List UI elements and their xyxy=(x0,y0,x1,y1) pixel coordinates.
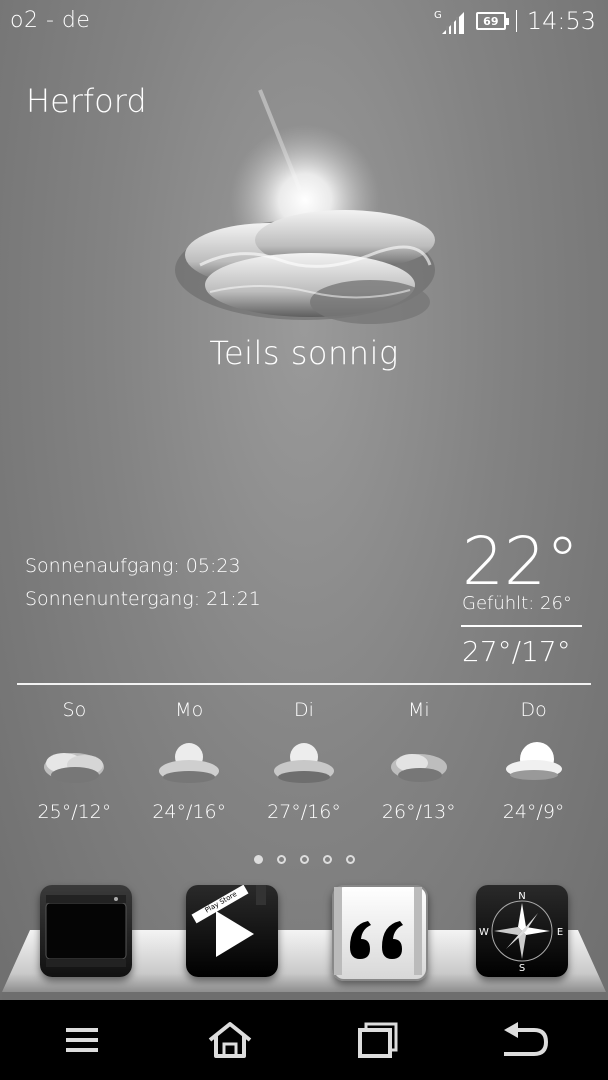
forecast-row: So 25°/12° Mo 24°/16° Di 27°/16° Mi 26°/… xyxy=(17,695,591,835)
page-dot[interactable] xyxy=(299,855,309,864)
forecast-temp: 24°/16° xyxy=(152,801,227,823)
phone-app[interactable] xyxy=(40,885,132,977)
app-dock: Play Store N E S W xyxy=(0,884,608,981)
page-dot[interactable] xyxy=(276,855,286,864)
compass-s: S xyxy=(519,963,525,974)
temperature-divider xyxy=(461,625,582,627)
sunset-label: Sonnenuntergang: 21:21 xyxy=(25,588,261,610)
forecast-day-name: Mi xyxy=(407,699,430,721)
forecast-day-name: Do xyxy=(520,699,547,721)
status-bar: o2 - de G 69 14:53 xyxy=(0,0,608,44)
status-icons: G 69 14:53 xyxy=(434,6,596,36)
signal-icon: G xyxy=(434,10,464,34)
forecast-temp: 27°/16° xyxy=(267,801,341,823)
cloudy-icon xyxy=(390,754,447,782)
compass-app[interactable]: N E S W xyxy=(476,885,568,977)
status-separator xyxy=(515,10,517,32)
recents-icon[interactable] xyxy=(346,1018,406,1062)
clock: 14:53 xyxy=(526,7,596,35)
compass-n: N xyxy=(518,891,525,902)
current-temperature: 22° xyxy=(462,523,579,600)
page-dot[interactable] xyxy=(253,855,263,864)
forecast-temp: 26°/13° xyxy=(381,801,456,823)
feels-like-label: Gefühlt: 26° xyxy=(462,593,572,614)
forecast-temp: 24°/9° xyxy=(502,801,565,823)
battery-level: 69 xyxy=(483,14,499,28)
partly-sunny-icon[interactable] xyxy=(160,70,450,360)
sunrise-label: Sonnenaufgang: 05:23 xyxy=(25,555,241,577)
sunny-cloud-icon xyxy=(505,742,562,780)
forecast-day-name: Di xyxy=(294,699,314,721)
menu-icon[interactable] xyxy=(52,1018,112,1062)
partly-sunny-icon xyxy=(159,743,220,783)
sun-times: Sonnenaufgang: 05:23 Sonnenuntergang: 21… xyxy=(25,550,261,616)
battery-icon: 69 xyxy=(475,12,509,30)
condition-label: Teils sonnig xyxy=(209,334,399,372)
forecast-divider xyxy=(17,683,591,685)
forecast-day[interactable]: Di 27°/16° xyxy=(247,695,362,835)
forecast-day[interactable]: Mo 24°/16° xyxy=(132,695,247,835)
forecast-temp: 25°/12° xyxy=(37,801,112,823)
forecast-day[interactable]: Do 24°/9° xyxy=(476,695,591,835)
quote-icon xyxy=(334,887,422,975)
page-dot[interactable] xyxy=(322,855,332,864)
home-icon[interactable] xyxy=(200,1018,260,1062)
play-store-app[interactable]: Play Store xyxy=(186,884,278,977)
forecast-day-name: So xyxy=(62,699,87,721)
city-name[interactable]: Herford xyxy=(26,82,147,120)
forecast-day[interactable]: Mi 26°/13° xyxy=(361,695,476,835)
page-indicator xyxy=(0,855,608,864)
play-store-label: Play Store xyxy=(204,890,239,915)
page-dot[interactable] xyxy=(345,855,355,864)
network-type-label: G xyxy=(434,10,442,21)
carrier-label: o2 - de xyxy=(10,8,91,33)
high-low-temperature: 27°/17° xyxy=(462,635,571,668)
compass-w: W xyxy=(479,927,489,938)
phone-icon xyxy=(45,895,127,967)
quotes-app[interactable] xyxy=(332,885,428,981)
cloudy-icon xyxy=(44,753,105,783)
back-icon[interactable] xyxy=(494,1018,554,1062)
navigation-bar xyxy=(0,1000,608,1080)
forecast-day-name: Mo xyxy=(175,699,204,721)
forecast-day[interactable]: So 25°/12° xyxy=(17,695,132,835)
play-icon: Play Store xyxy=(191,884,266,957)
compass-e: E xyxy=(557,927,563,938)
compass-icon: N E S W xyxy=(479,891,563,974)
partly-sunny-icon xyxy=(273,743,334,783)
